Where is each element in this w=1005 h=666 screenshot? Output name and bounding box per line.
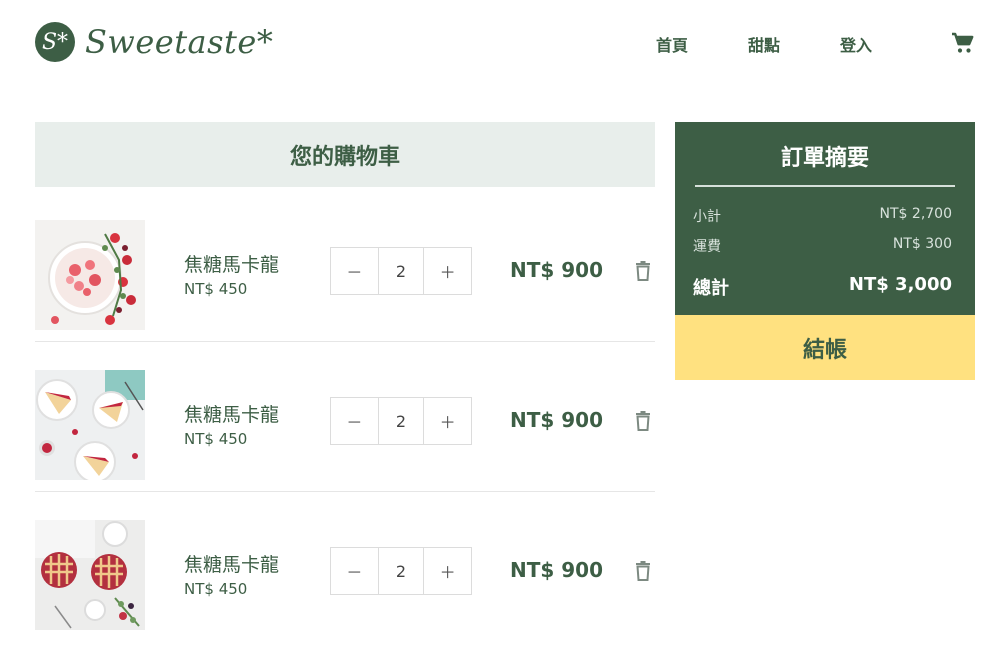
total-row: 總計 NT$ 3,000 <box>693 274 952 300</box>
quantity-value[interactable]: 2 <box>377 398 425 444</box>
product-image <box>35 370 145 480</box>
shipping-label: 運費 <box>693 239 721 255</box>
subtotal-label: 小計 <box>693 209 721 225</box>
shipping-value: NT$ 300 <box>892 236 952 252</box>
trash-icon[interactable] <box>635 261 651 281</box>
order-summary-panel: 訂單摘要 小計 NT$ 2,700 運費 NT$ 300 總計 NT$ 3,00… <box>675 122 975 315</box>
quantity-value[interactable]: 2 <box>377 548 425 594</box>
product-image <box>35 220 145 330</box>
decrease-quantity-button[interactable]: － <box>331 398 378 444</box>
total-label: 總計 <box>693 278 729 299</box>
nav-home[interactable]: 首頁 <box>656 32 688 56</box>
increase-quantity-button[interactable]: ＋ <box>424 548 471 594</box>
order-summary-title: 訂單摘要 <box>780 146 869 171</box>
checkout-button[interactable]: 結帳 <box>675 315 975 380</box>
cart-title: 您的購物車 <box>35 122 655 187</box>
logo-badge-icon: S* <box>35 22 75 62</box>
unit-price: NT$ 450 <box>184 580 248 598</box>
item-total: NT$ 900 <box>510 258 604 282</box>
unit-price: NT$ 450 <box>184 280 248 298</box>
increase-quantity-button[interactable]: ＋ <box>424 398 471 444</box>
increase-quantity-button[interactable]: ＋ <box>424 248 471 294</box>
brand-name: Sweetaste* <box>85 23 274 61</box>
quantity-stepper: － 2 ＋ <box>330 547 472 595</box>
summary-divider <box>695 185 955 187</box>
subtotal-value: NT$ 2,700 <box>879 206 952 222</box>
quantity-stepper: － 2 ＋ <box>330 397 472 445</box>
item-total: NT$ 900 <box>510 408 604 432</box>
decrease-quantity-button[interactable]: － <box>331 548 378 594</box>
unit-price: NT$ 450 <box>184 430 248 448</box>
subtotal-row: 小計 NT$ 2,700 <box>693 206 952 226</box>
quantity-stepper: － 2 ＋ <box>330 247 472 295</box>
shopping-cart-icon[interactable] <box>951 32 975 54</box>
site-header: S* Sweetaste* 首頁 甜點 登入 <box>0 0 1005 90</box>
brand-logo[interactable]: S* Sweetaste* <box>35 22 273 62</box>
trash-icon[interactable] <box>635 561 651 581</box>
trash-icon[interactable] <box>635 411 651 431</box>
cart-item: 焦糖馬卡龍 NT$ 450 － 2 ＋ NT$ 900 <box>35 342 655 492</box>
product-name[interactable]: 焦糖馬卡龍 <box>184 400 279 427</box>
quantity-value[interactable]: 2 <box>377 248 425 294</box>
product-name[interactable]: 焦糖馬卡龍 <box>184 250 279 277</box>
cart-item: 焦糖馬卡龍 NT$ 450 － 2 ＋ NT$ 900 <box>35 492 655 642</box>
nav-login[interactable]: 登入 <box>840 32 872 56</box>
decrease-quantity-button[interactable]: － <box>331 248 378 294</box>
shipping-row: 運費 NT$ 300 <box>693 236 952 256</box>
nav-desserts[interactable]: 甜點 <box>748 32 780 56</box>
total-value: NT$ 3,000 <box>848 274 952 295</box>
product-name[interactable]: 焦糖馬卡龍 <box>184 550 279 577</box>
product-image <box>35 520 145 630</box>
cart-item: 焦糖馬卡龍 NT$ 450 － 2 ＋ NT$ 900 <box>35 192 655 342</box>
item-total: NT$ 900 <box>510 558 604 582</box>
